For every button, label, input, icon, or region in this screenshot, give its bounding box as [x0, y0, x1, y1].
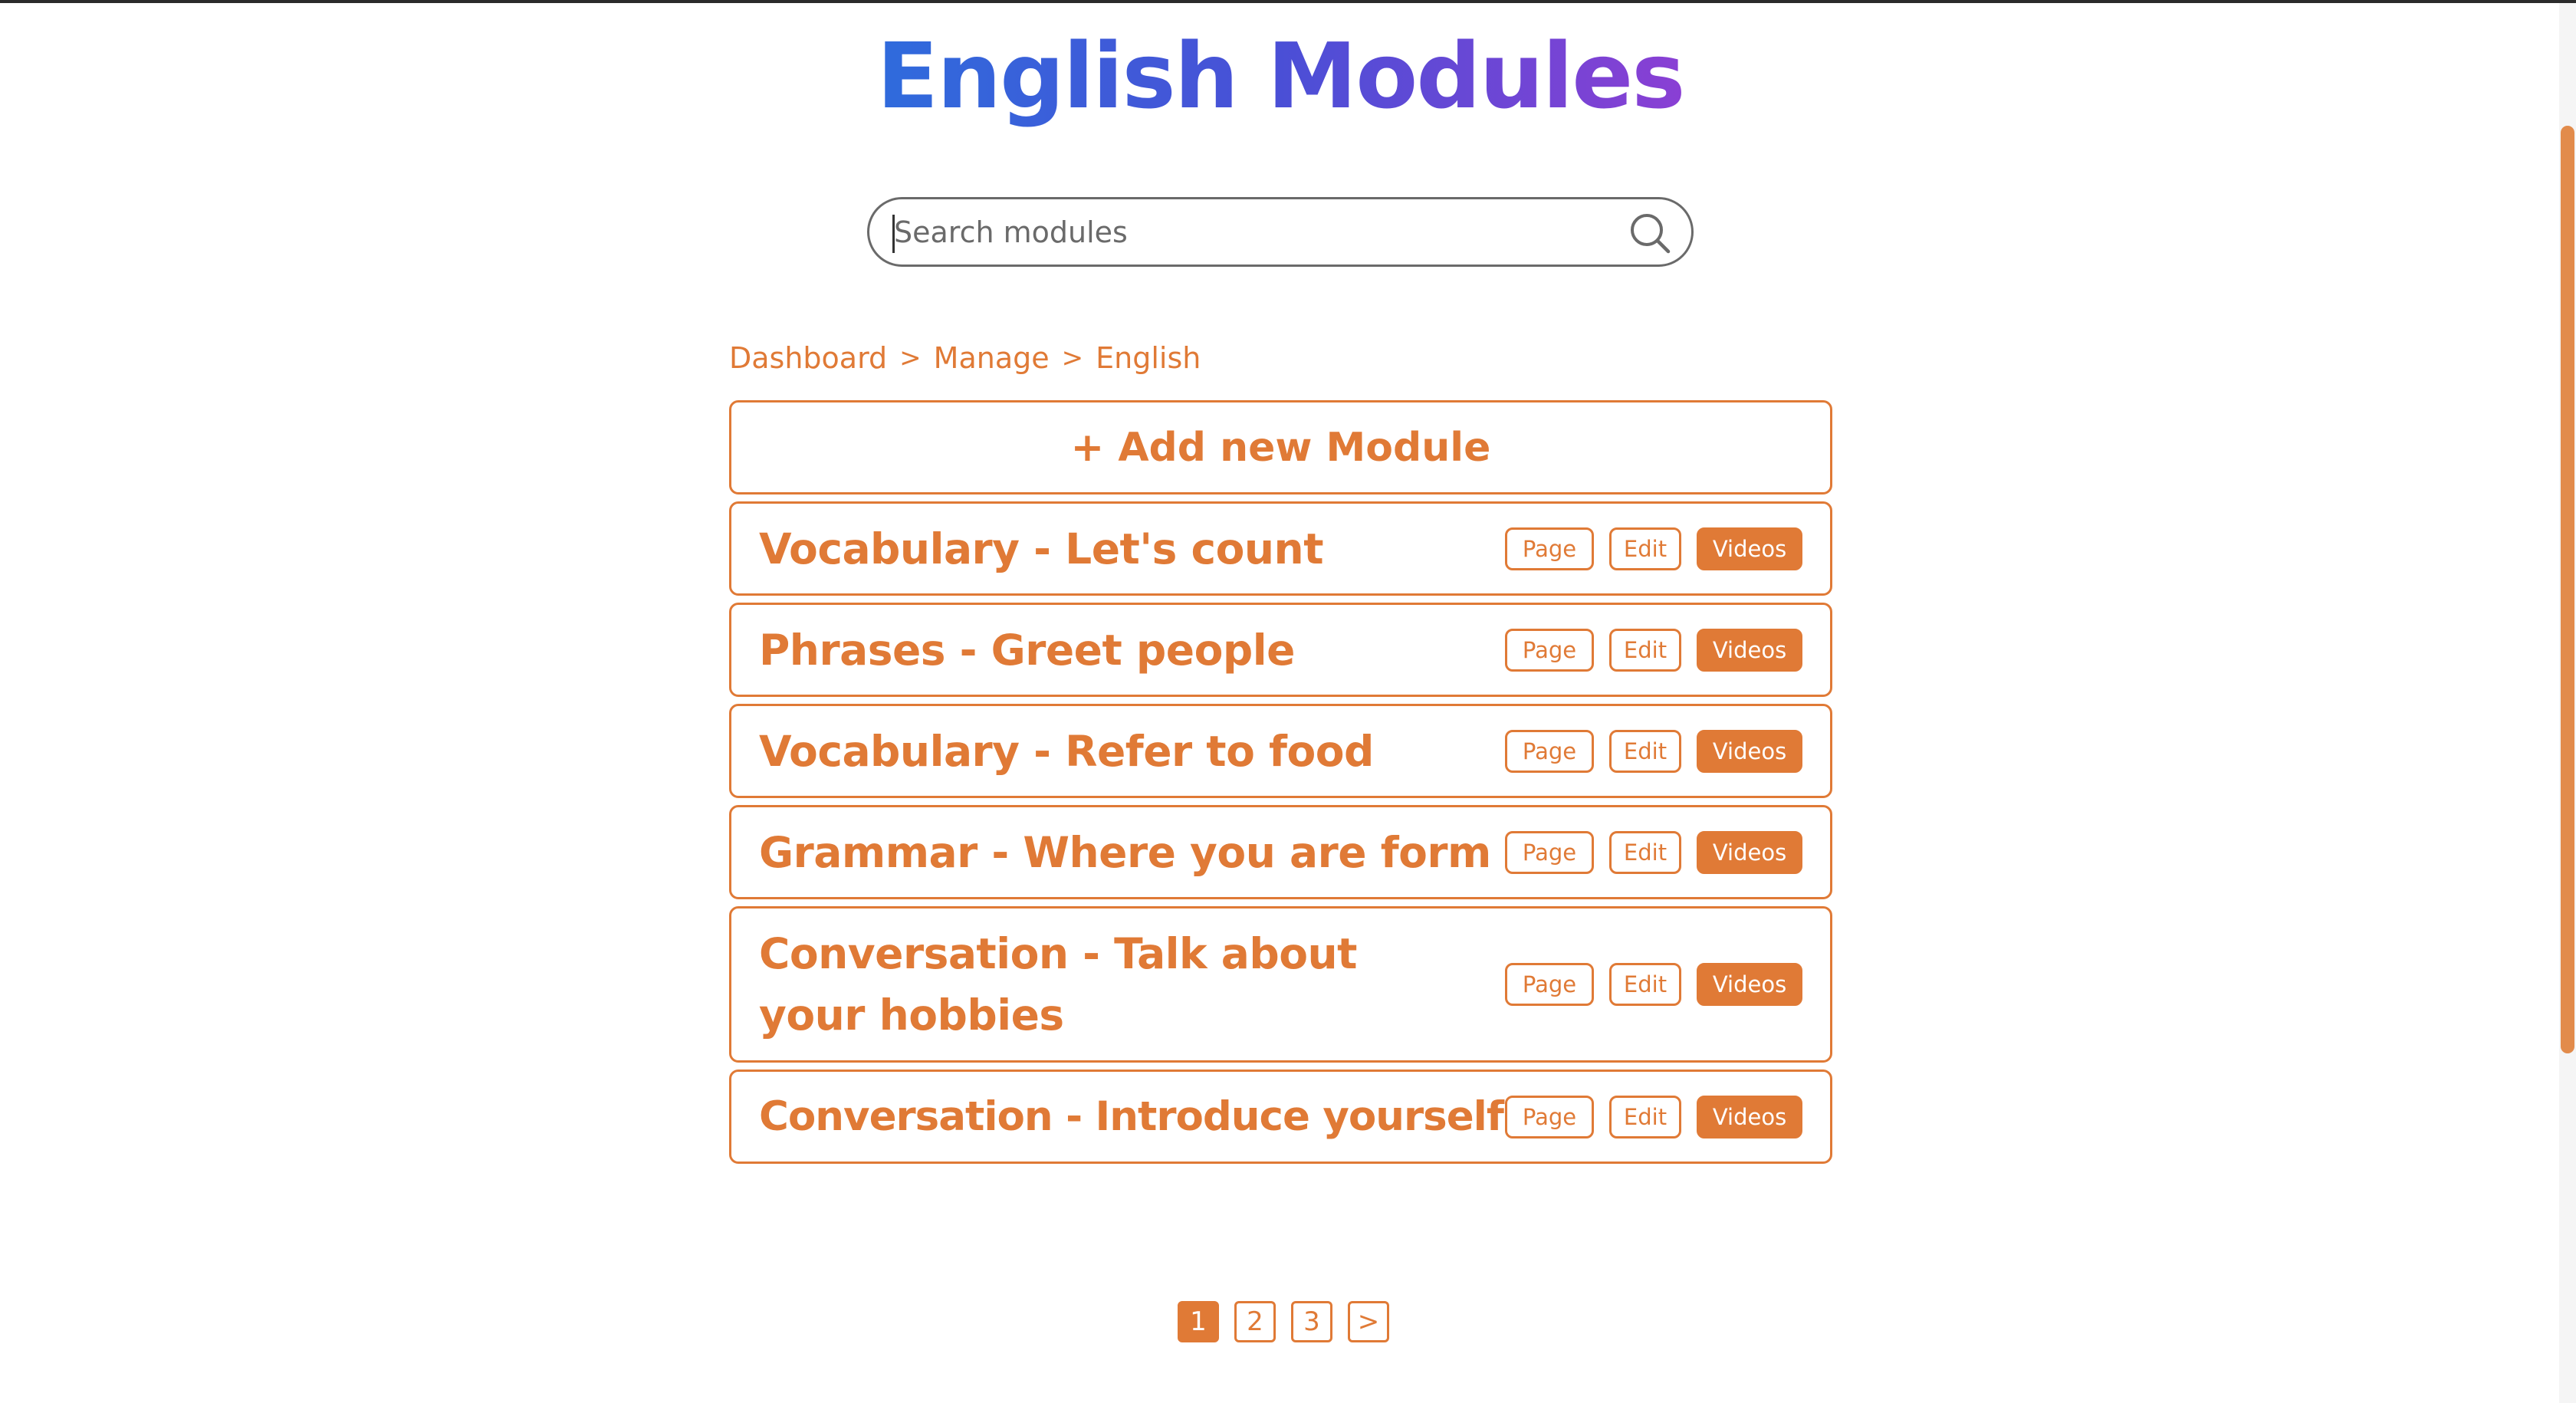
- search-icon[interactable]: [1627, 210, 1673, 256]
- module-row: Conversation - Talk about your hobbies P…: [729, 906, 1832, 1063]
- page-title: English Modules: [0, 26, 2561, 126]
- pagination: 1 2 3 >: [1178, 1301, 1389, 1342]
- module-actions: Page Edit Videos: [1505, 729, 1802, 773]
- videos-button[interactable]: Videos: [1697, 729, 1802, 773]
- module-name[interactable]: Phrases - Greet people: [759, 619, 1295, 681]
- page-title-text: English Modules: [876, 23, 1686, 129]
- page-button[interactable]: Page: [1505, 1095, 1594, 1138]
- videos-button[interactable]: Videos: [1697, 628, 1802, 672]
- scrollbar-thumb[interactable]: [2561, 126, 2574, 1053]
- module-row: Phrases - Greet people Page Edit Videos: [729, 603, 1832, 697]
- module-name[interactable]: Vocabulary - Refer to food: [759, 721, 1374, 782]
- module-row: Conversation - Introduce yourself Page E…: [729, 1070, 1832, 1164]
- page-button[interactable]: Page: [1505, 527, 1594, 570]
- page-button[interactable]: Page: [1505, 830, 1594, 874]
- add-module-button[interactable]: + Add new Module: [729, 400, 1832, 495]
- edit-button[interactable]: Edit: [1609, 729, 1681, 773]
- module-name[interactable]: Vocabulary - Let's count: [759, 518, 1324, 580]
- videos-button[interactable]: Videos: [1697, 527, 1802, 570]
- page-3-button[interactable]: 3: [1291, 1301, 1332, 1342]
- breadcrumb-manage[interactable]: Manage: [934, 341, 1050, 375]
- text-cursor: [892, 215, 895, 253]
- module-actions: Page Edit Videos: [1505, 1095, 1802, 1138]
- edit-button[interactable]: Edit: [1609, 628, 1681, 672]
- module-actions: Page Edit Videos: [1505, 963, 1802, 1006]
- page-button[interactable]: Page: [1505, 729, 1594, 773]
- page-button[interactable]: Page: [1505, 963, 1594, 1006]
- videos-button[interactable]: Videos: [1697, 963, 1802, 1006]
- page: English Modules Dashboard > Manage > Eng…: [0, 0, 2576, 1403]
- edit-button[interactable]: Edit: [1609, 1095, 1681, 1138]
- module-actions: Page Edit Videos: [1505, 527, 1802, 570]
- breadcrumb-english[interactable]: English: [1096, 341, 1201, 375]
- module-name[interactable]: Grammar - Where you are form: [759, 822, 1491, 883]
- page-button[interactable]: Page: [1505, 628, 1594, 672]
- edit-button[interactable]: Edit: [1609, 527, 1681, 570]
- edit-button[interactable]: Edit: [1609, 830, 1681, 874]
- page-1-button[interactable]: 1: [1178, 1301, 1219, 1342]
- search-bar: [867, 197, 1694, 267]
- module-actions: Page Edit Videos: [1505, 628, 1802, 672]
- module-row: Vocabulary - Let's count Page Edit Video…: [729, 501, 1832, 596]
- next-page-button[interactable]: >: [1348, 1301, 1389, 1342]
- videos-button[interactable]: Videos: [1697, 1095, 1802, 1138]
- module-row: Vocabulary - Refer to food Page Edit Vid…: [729, 704, 1832, 798]
- module-name[interactable]: Conversation - Introduce yourself: [759, 1086, 1504, 1148]
- page-2-button[interactable]: 2: [1234, 1301, 1276, 1342]
- breadcrumb-separator: >: [899, 343, 922, 373]
- breadcrumb-dashboard[interactable]: Dashboard: [729, 341, 887, 375]
- search-input[interactable]: [892, 204, 1570, 260]
- module-actions: Page Edit Videos: [1505, 830, 1802, 874]
- videos-button[interactable]: Videos: [1697, 830, 1802, 874]
- module-name[interactable]: Conversation - Talk about your hobbies: [759, 923, 1449, 1046]
- breadcrumb: Dashboard > Manage > English: [729, 339, 1201, 377]
- breadcrumb-separator: >: [1061, 343, 1084, 373]
- edit-button[interactable]: Edit: [1609, 963, 1681, 1006]
- module-row: Grammar - Where you are form Page Edit V…: [729, 805, 1832, 899]
